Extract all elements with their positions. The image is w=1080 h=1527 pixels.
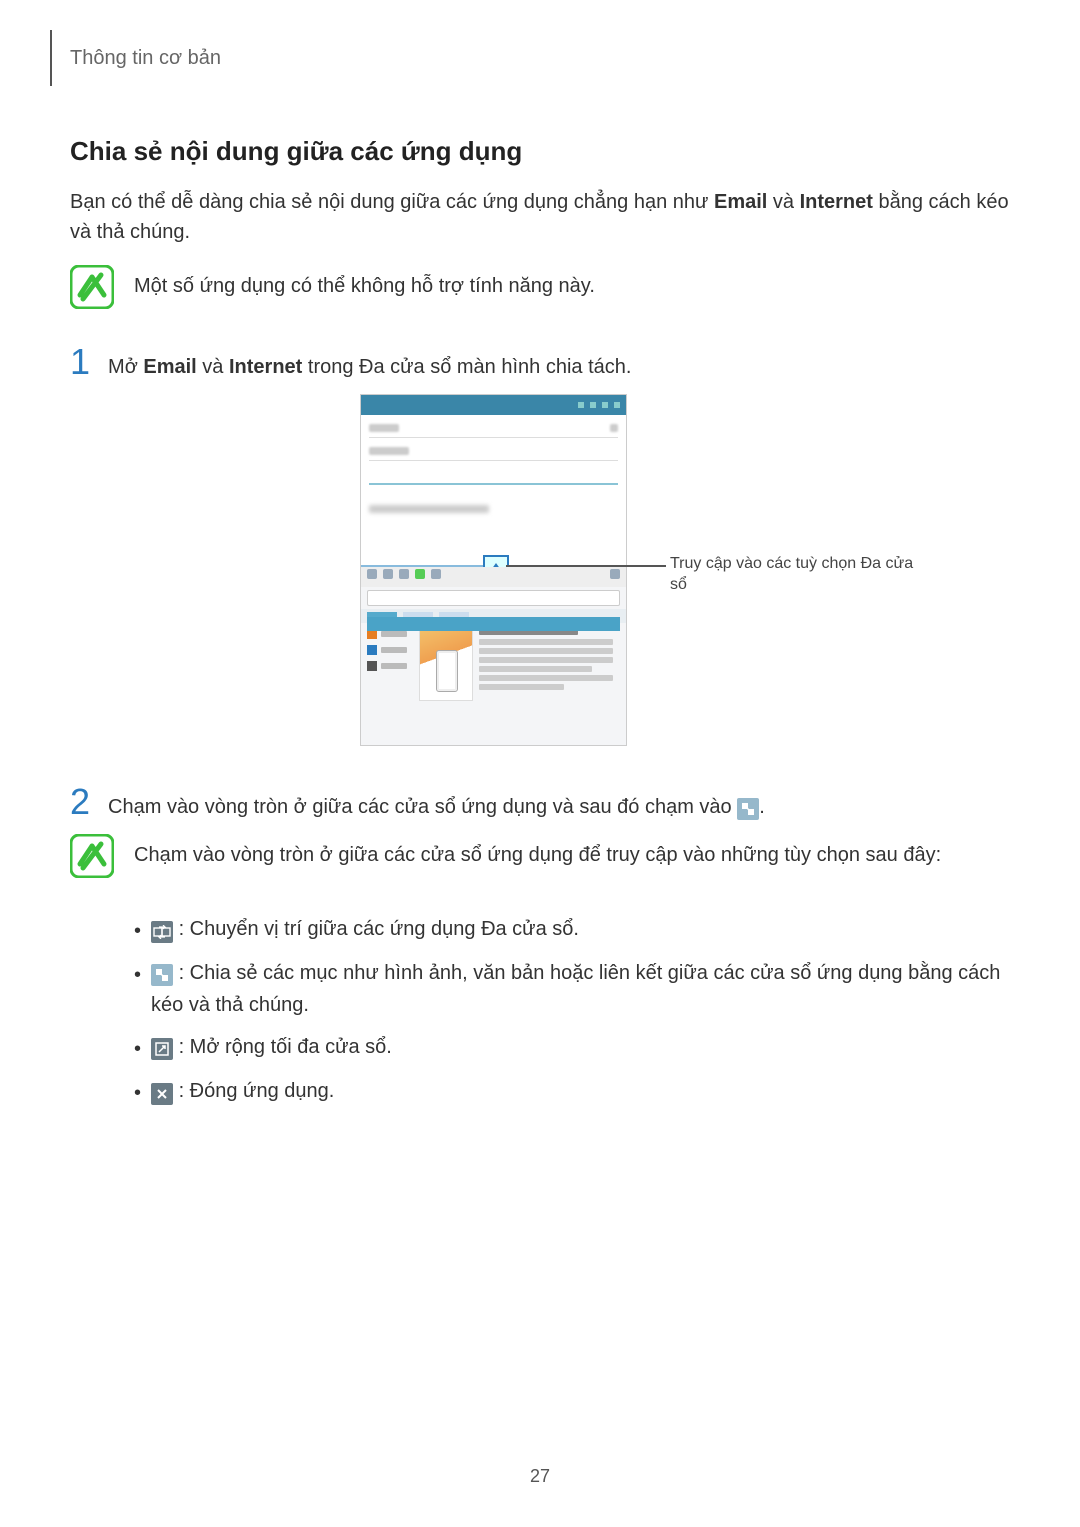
drag-share-icon <box>151 964 173 986</box>
step-1-text: Mở Email và Internet trong Đa cửa sổ màn… <box>108 344 631 382</box>
bullet-swap: • : Chuyển vị trí giữa các ứng dụng Đa c… <box>134 913 1010 947</box>
swap-windows-icon <box>151 921 173 943</box>
note-box-2: Chạm vào vòng tròn ở giữa các cửa sổ ứng… <box>70 834 1010 883</box>
step-2: 2 Chạm vào vòng tròn ở giữa các cửa sổ ứ… <box>70 784 1010 822</box>
callout-text: Truy cập vào các tuỳ chọn Đa cửa sổ <box>670 554 930 596</box>
intro-paragraph: Bạn có thể dễ dàng chia sẻ nội dung giữa… <box>70 187 1010 247</box>
note-text-1: Một số ứng dụng có thể không hỗ trợ tính… <box>134 265 595 301</box>
close-icon <box>151 1083 173 1105</box>
breadcrumb-text: Thông tin cơ bản <box>70 47 221 70</box>
step-1: 1 Mở Email và Internet trong Đa cửa sổ m… <box>70 344 1010 382</box>
bullet-close: • : Đóng ứng dụng. <box>134 1075 1010 1109</box>
bullet-list: • : Chuyển vị trí giữa các ứng dụng Đa c… <box>134 913 1010 1109</box>
note-box-1: Một số ứng dụng có thể không hỗ trợ tính… <box>70 265 1010 314</box>
device-screenshot <box>360 394 627 746</box>
note-icon <box>70 265 114 314</box>
step-2-text: Chạm vào vòng tròn ở giữa các cửa sổ ứng… <box>108 784 765 822</box>
figure-multiwindow: Truy cập vào các tuỳ chọn Đa cửa sổ <box>360 394 960 754</box>
maximize-icon <box>151 1038 173 1060</box>
bullet-share: • : Chia sẻ các mục như hình ảnh, văn bả… <box>134 957 1010 1021</box>
note-icon <box>70 834 114 883</box>
section-title: Chia sẻ nội dung giữa các ứng dụng <box>70 136 1010 167</box>
step-1-number: 1 <box>70 344 90 380</box>
drag-share-icon <box>737 798 759 820</box>
bullet-maximize: • : Mở rộng tối đa cửa sổ. <box>134 1031 1010 1065</box>
breadcrumb: Thông tin cơ bản <box>50 30 1010 86</box>
step-2-number: 2 <box>70 784 90 820</box>
note-text-2: Chạm vào vòng tròn ở giữa các cửa sổ ứng… <box>134 834 941 870</box>
callout-line <box>506 565 666 567</box>
page-number: 27 <box>0 1466 1080 1487</box>
